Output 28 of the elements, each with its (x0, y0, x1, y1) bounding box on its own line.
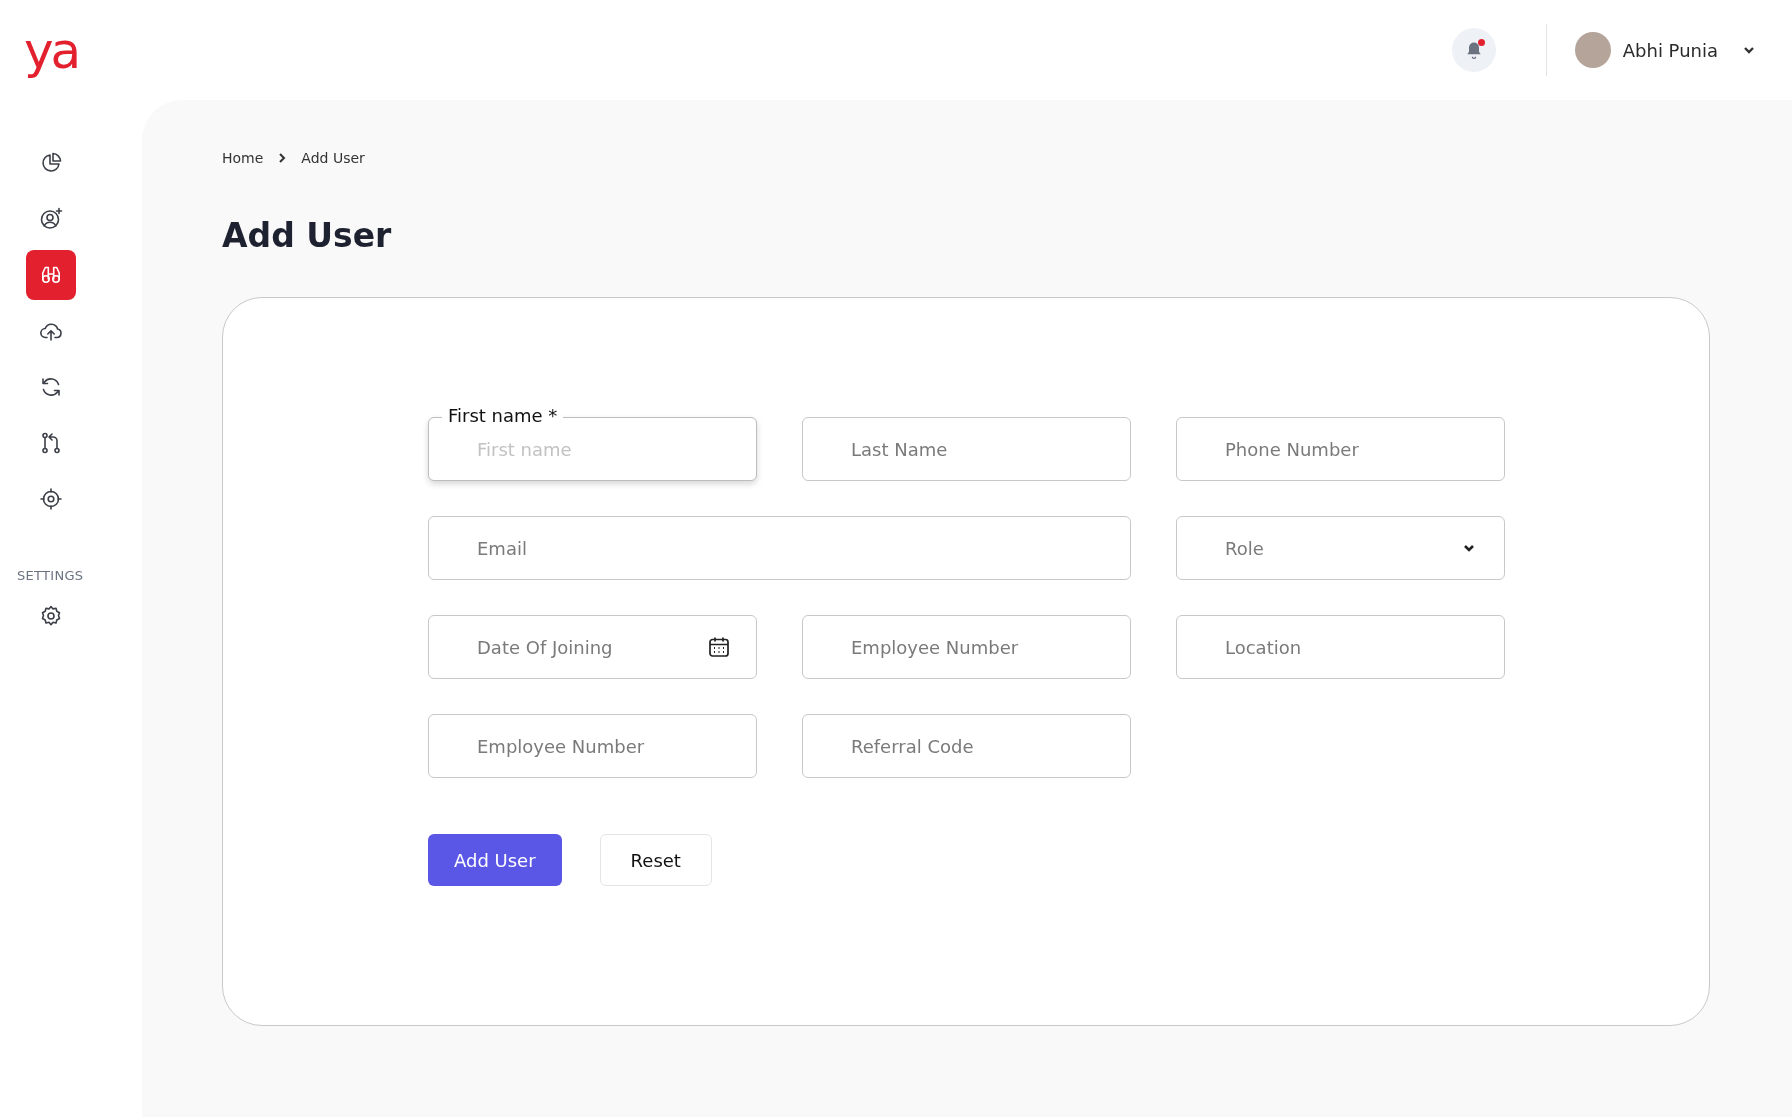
input-field[interactable]: Employee Number (802, 615, 1131, 679)
page-title: Add User (222, 216, 393, 255)
input-field[interactable]: Last Name (802, 417, 1131, 481)
date-field[interactable]: Date Of Joining (428, 615, 757, 679)
sync-icon (39, 375, 63, 399)
avatar (1574, 32, 1611, 68)
reset-button[interactable]: Reset (599, 834, 712, 886)
breadcrumb-link[interactable]: Home (222, 150, 264, 166)
logo: ya (24, 26, 79, 82)
user-menu[interactable]: Abhi Punia (1574, 32, 1756, 68)
user-plus-icon (39, 207, 63, 231)
nav-item[interactable] (26, 250, 76, 300)
pie-chart-icon (39, 151, 63, 175)
chevron-right-icon (277, 153, 288, 163)
input-field[interactable]: Referral Code (802, 714, 1131, 778)
input-field[interactable]: Email (428, 516, 1131, 580)
target-icon (39, 487, 63, 511)
input-field[interactable]: Employee Number (428, 714, 757, 778)
add-user-button[interactable]: Add User (428, 834, 562, 886)
merge-icon (39, 431, 63, 455)
select-field[interactable]: Role (1176, 516, 1505, 580)
input-field[interactable]: Phone Number (1176, 417, 1505, 481)
section-label: SETTINGS (17, 568, 84, 583)
breadcrumb-current: Add User (301, 150, 365, 166)
calendar-icon (707, 635, 731, 659)
input-field[interactable]: Location (1176, 615, 1505, 679)
notification-button[interactable] (1451, 28, 1496, 72)
settings-icon (39, 604, 63, 628)
